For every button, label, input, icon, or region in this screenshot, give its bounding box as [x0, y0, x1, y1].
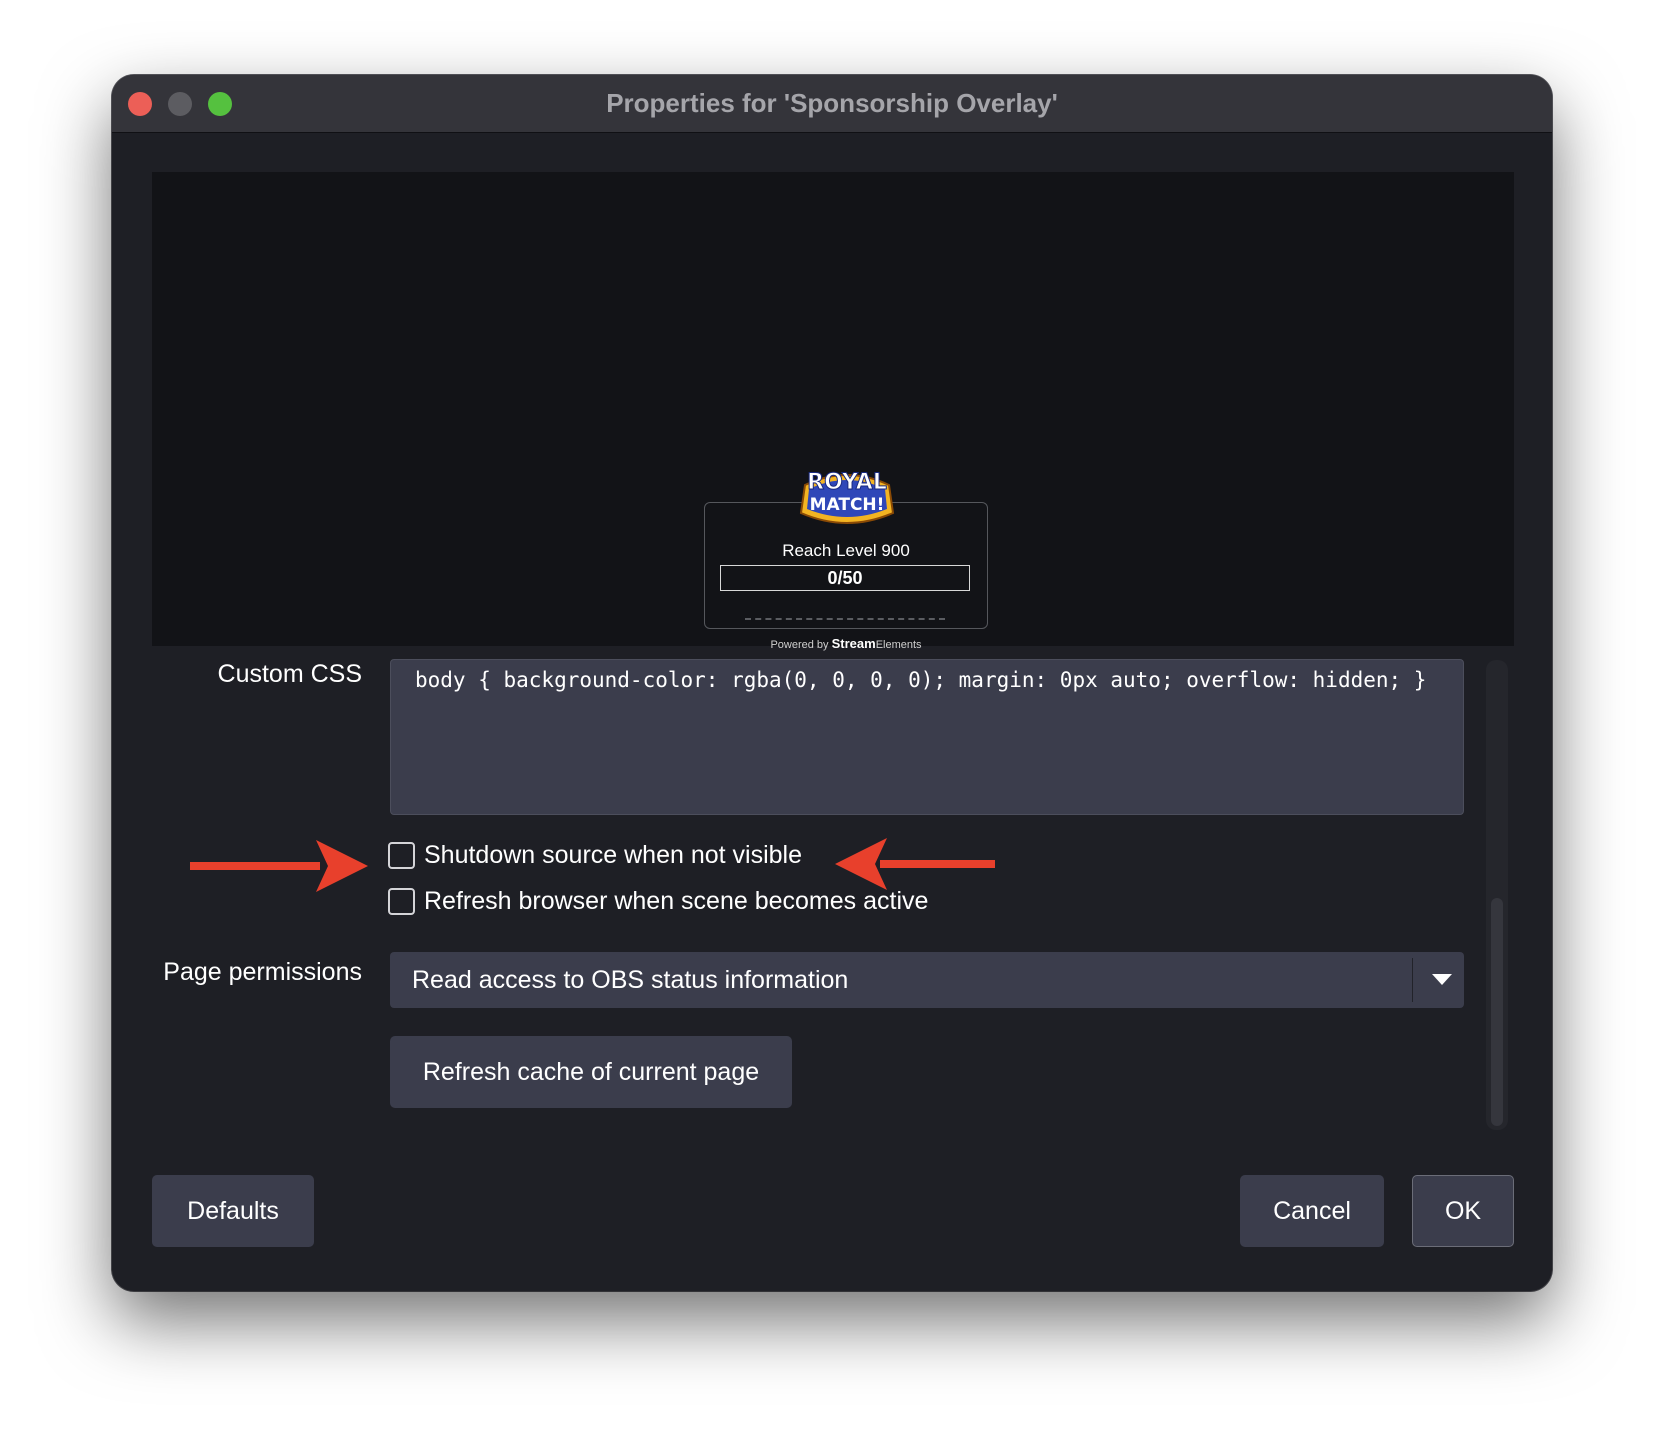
- goal-widget: ROYAL MATCH! Reach Level 900 0/50 Powere…: [704, 470, 988, 651]
- powered-brand-rest: Elements: [875, 639, 922, 651]
- arrow-left-icon: [835, 838, 995, 890]
- refresh-browser-checkbox[interactable]: [388, 888, 415, 915]
- powered-by: Powered by StreamElements: [705, 636, 987, 651]
- powered-prefix: Powered by: [770, 639, 829, 651]
- page-permissions-label: Page permissions: [163, 958, 362, 986]
- svg-text:ROYAL: ROYAL: [807, 470, 887, 495]
- select-divider: [1412, 958, 1413, 1002]
- progress-dots: [745, 618, 945, 620]
- shutdown-source-label[interactable]: Shutdown source when not visible: [424, 841, 802, 870]
- page-permissions-select[interactable]: Read access to OBS status information: [390, 952, 1464, 1008]
- browser-source-preview: ROYAL MATCH! Reach Level 900 0/50 Powere…: [152, 172, 1514, 651]
- royal-match-logo: ROYAL MATCH!: [799, 470, 895, 524]
- scrollbar-thumb[interactable]: [1491, 898, 1503, 1126]
- ok-button[interactable]: OK: [1412, 1175, 1514, 1247]
- refresh-cache-button[interactable]: Refresh cache of current page: [390, 1036, 792, 1108]
- shutdown-source-checkbox[interactable]: [388, 842, 415, 869]
- defaults-button[interactable]: Defaults: [152, 1175, 314, 1247]
- widget-goal-title: Reach Level 900: [782, 541, 910, 560]
- goal-progress: 0/50: [720, 565, 970, 591]
- title-bar: Properties for 'Sponsorship Overlay': [112, 75, 1552, 133]
- svg-text:MATCH!: MATCH!: [810, 495, 885, 515]
- arrow-right-icon: [190, 840, 368, 892]
- window-title: Properties for 'Sponsorship Overlay': [606, 88, 1058, 118]
- custom-css-label: Custom CSS: [217, 660, 362, 688]
- custom-css-field[interactable]: body { background-color: rgba(0, 0, 0, 0…: [390, 659, 1464, 815]
- properties-window: Properties for 'Sponsorship Overlay' ROY…: [112, 75, 1552, 1291]
- page-permissions-value: Read access to OBS status information: [412, 966, 849, 994]
- scrollbar[interactable]: [1486, 660, 1508, 1130]
- cancel-button[interactable]: Cancel: [1240, 1175, 1384, 1247]
- chevron-down-icon[interactable]: [1420, 952, 1464, 1008]
- powered-brand-bold: Stream: [831, 636, 876, 651]
